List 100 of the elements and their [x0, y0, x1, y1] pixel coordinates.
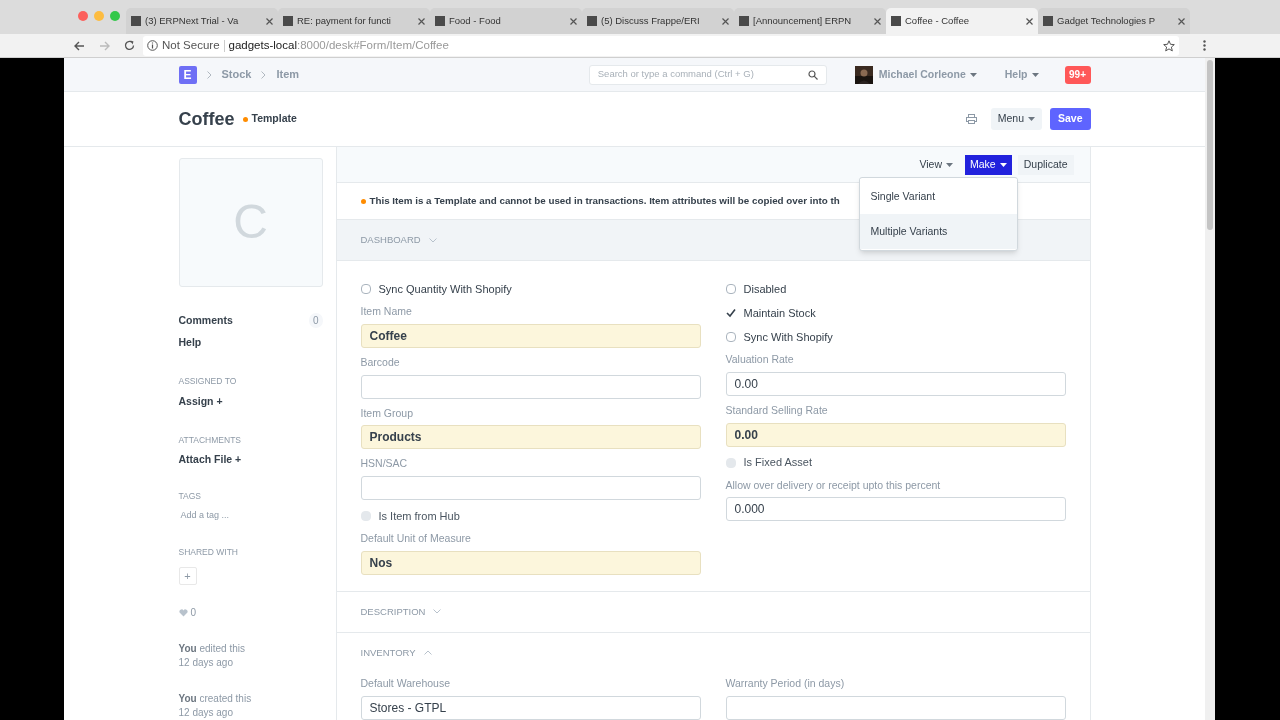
- printer-icon[interactable]: [965, 114, 977, 124]
- address-field[interactable]: Not Secure gadgets-local:8000/desk#Form/Item/Coffee: [143, 35, 1179, 56]
- tab-favicon-icon: [435, 16, 445, 26]
- security-label: Not Secure: [162, 37, 220, 53]
- section-heading: ASSIGNED TO: [178, 375, 238, 388]
- input-field[interactable]: Stores - GTPL: [360, 695, 701, 720]
- star-icon[interactable]: [1163, 39, 1175, 52]
- checkbox[interactable]: [360, 284, 371, 294]
- maximize-window-icon[interactable]: [110, 11, 120, 21]
- tab-title: (5) Discuss Frappe/ERI: [601, 13, 701, 28]
- field-label: Valuation Rate: [725, 352, 795, 367]
- close-icon[interactable]: [266, 17, 273, 25]
- info-icon: [147, 40, 158, 51]
- input-field[interactable]: Products: [360, 425, 701, 450]
- chevron-right-icon: [261, 70, 267, 79]
- page-title: Coffee: [178, 107, 235, 131]
- tab-favicon-icon: [587, 16, 597, 26]
- section-heading: SHARED WITH: [178, 546, 239, 559]
- caret-icon: [1027, 117, 1035, 121]
- tab-title: (3) ERPNext Trial - Va: [145, 13, 240, 28]
- tab-favicon-icon: [283, 16, 293, 26]
- close-icon[interactable]: [874, 17, 881, 25]
- caret-icon: [969, 72, 977, 77]
- browser-tab[interactable]: Coffee - Coffee: [886, 8, 1038, 34]
- url-text: gadgets-local:8000/desk#Form/Item/Coffee: [228, 37, 449, 53]
- sidebar-link[interactable]: Assign +: [178, 393, 323, 410]
- checkbox-label: Disabled: [743, 281, 787, 297]
- input-field[interactable]: Nos: [360, 550, 701, 575]
- caret-icon: [946, 162, 954, 167]
- browser-tab[interactable]: Gadget Technologies P: [1038, 8, 1190, 34]
- menu-item[interactable]: Single Variant: [859, 179, 1017, 214]
- close-window-icon[interactable]: [78, 11, 88, 21]
- browser-tab[interactable]: (3) ERPNext Trial - Va: [126, 8, 278, 34]
- browser-tab[interactable]: RE: payment for functi: [278, 8, 430, 34]
- checkmark-icon[interactable]: [725, 308, 736, 318]
- field-label: Default Warehouse: [360, 675, 451, 691]
- browser-tab[interactable]: (5) Discuss Frappe/ERI: [582, 8, 734, 34]
- scrollbar-thumb[interactable]: [1207, 60, 1213, 230]
- close-icon[interactable]: [418, 17, 425, 25]
- menu-button[interactable]: Menu: [990, 108, 1042, 130]
- chevron-right-icon: [206, 70, 212, 79]
- field-label: Allow over delivery or receipt upto this percent: [725, 477, 942, 493]
- checkbox-label: Maintain Stock: [743, 305, 816, 321]
- field-label: Item Group: [360, 405, 415, 421]
- save-button[interactable]: Save: [1049, 108, 1091, 130]
- close-icon[interactable]: [570, 17, 577, 25]
- count-badge: 0: [308, 312, 323, 328]
- search-icon: [807, 69, 818, 80]
- checkbox-label: Sync Quantity With Shopify: [378, 281, 512, 297]
- close-icon[interactable]: [722, 17, 729, 25]
- forward-icon[interactable]: [99, 40, 110, 51]
- field-label: Standard Selling Rate: [725, 402, 829, 418]
- duplicate-button[interactable]: Duplicate: [1017, 154, 1074, 175]
- field-label: Default Unit of Measure: [360, 531, 472, 546]
- tab-title: Gadget Technologies P: [1057, 13, 1157, 28]
- app-logo[interactable]: E: [178, 65, 197, 84]
- browser-tab[interactable]: Food - Food: [430, 8, 582, 34]
- input-field[interactable]: Coffee: [360, 323, 701, 348]
- tab-favicon-icon: [131, 16, 141, 26]
- like-count: 0: [190, 606, 197, 620]
- alert-text: This Item is a Template and cannot be used in transactions. Item attributes will be copied over into th: [369, 193, 840, 208]
- field-label: HSN/SAC: [360, 456, 409, 472]
- checkbox[interactable]: [725, 332, 736, 342]
- input-field[interactable]: 0.000: [725, 497, 1066, 522]
- close-icon[interactable]: [1026, 17, 1033, 25]
- reload-icon[interactable]: [124, 40, 135, 51]
- timeline-entry: You edited this 12 days ago: [178, 642, 247, 670]
- sidebar-link[interactable]: Attach File +: [178, 452, 323, 468]
- close-icon[interactable]: [1178, 17, 1185, 25]
- tab-favicon-icon: [739, 16, 749, 26]
- section-heading: ATTACHMENTS: [178, 433, 242, 447]
- input-field[interactable]: [725, 695, 1066, 720]
- view-button[interactable]: View: [913, 154, 960, 175]
- more-options-icon[interactable]: [1203, 40, 1206, 51]
- checkbox[interactable]: [725, 284, 736, 294]
- sidebar-link[interactable]: Comments: [178, 312, 233, 329]
- input-field[interactable]: 0.00: [725, 422, 1066, 447]
- make-button[interactable]: Make: [965, 154, 1012, 175]
- back-icon[interactable]: [74, 40, 85, 51]
- input-field[interactable]: [360, 476, 701, 500]
- checkbox-label: Sync With Shopify: [743, 329, 833, 345]
- tab-favicon-icon: [891, 16, 901, 26]
- tab-title: RE: payment for functi: [297, 13, 392, 28]
- browser-tab[interactable]: [Announcement] ERPN: [734, 8, 886, 34]
- minimize-window-icon[interactable]: [94, 11, 104, 21]
- checkbox-label: Is Fixed Asset: [743, 455, 812, 471]
- sidebar-link[interactable]: Help: [178, 335, 202, 351]
- status-indicator: Template: [251, 111, 297, 127]
- input-field[interactable]: [360, 374, 701, 399]
- caret-icon: [999, 162, 1007, 167]
- tab-favicon-icon: [1043, 16, 1053, 26]
- tab-title: [Announcement] ERPN: [753, 13, 853, 28]
- field-label: Warranty Period (in days): [725, 675, 846, 691]
- section-heading: TAGS: [178, 490, 202, 503]
- input-field[interactable]: 0.00: [725, 371, 1066, 396]
- menu-item[interactable]: Multiple Variants: [859, 214, 1017, 249]
- tab-title: Food - Food: [449, 13, 502, 28]
- tab-title: Coffee - Coffee: [905, 13, 971, 28]
- heart-icon[interactable]: [178, 608, 188, 617]
- caret-icon: [1031, 72, 1039, 77]
